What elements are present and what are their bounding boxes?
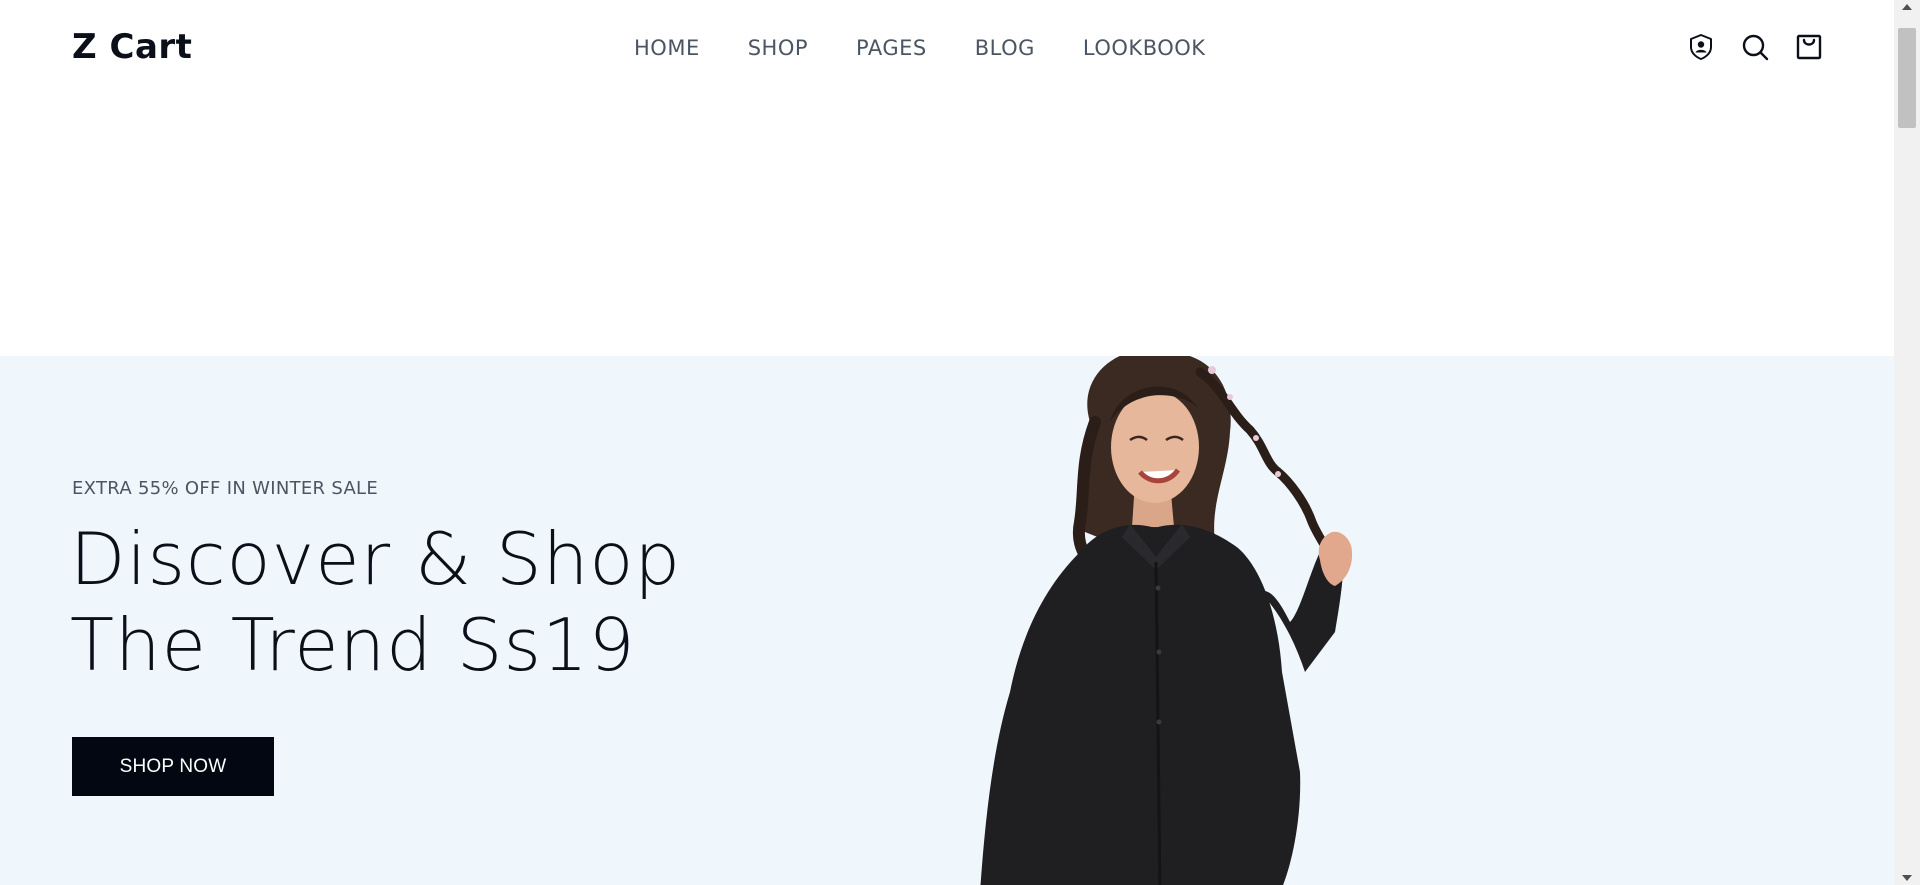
scroll-down-arrow-icon[interactable] xyxy=(1902,875,1912,881)
scroll-thumb[interactable] xyxy=(1898,28,1916,128)
account-shield-icon[interactable] xyxy=(1686,32,1716,62)
shop-now-button[interactable]: SHOP NOW xyxy=(72,737,274,796)
site-header: Z Cart HOME SHOP PAGES BLOG LOOKBOOK xyxy=(0,0,1894,96)
main-nav: HOME SHOP PAGES BLOG LOOKBOOK xyxy=(634,36,1206,60)
hero-eyebrow: EXTRA 55% OFF IN WINTER SALE xyxy=(72,478,379,499)
hero-headline-line-2: The Trend Ss19 xyxy=(70,603,636,687)
nav-item-pages[interactable]: PAGES xyxy=(856,36,927,60)
nav-item-lookbook[interactable]: LOOKBOOK xyxy=(1083,36,1206,60)
search-icon[interactable] xyxy=(1740,32,1770,62)
page-scrollbar[interactable] xyxy=(1894,0,1920,885)
scroll-up-arrow-icon[interactable] xyxy=(1902,4,1912,10)
hero-headline: Discover & Shop The Trend Ss19 xyxy=(70,516,681,688)
header-icons xyxy=(1686,32,1824,62)
hero-headline-line-1: Discover & Shop xyxy=(70,517,682,601)
hero-model-image xyxy=(980,356,1353,885)
logo[interactable]: Z Cart xyxy=(72,27,192,67)
nav-item-shop[interactable]: SHOP xyxy=(748,36,808,60)
hero-banner: EXTRA 55% OFF IN WINTER SALE Discover & … xyxy=(0,356,1894,885)
page: Z Cart HOME SHOP PAGES BLOG LOOKBOOK EXT… xyxy=(0,0,1894,885)
nav-item-home[interactable]: HOME xyxy=(634,36,700,60)
shopping-bag-icon[interactable] xyxy=(1794,32,1824,62)
nav-item-blog[interactable]: BLOG xyxy=(975,36,1035,60)
